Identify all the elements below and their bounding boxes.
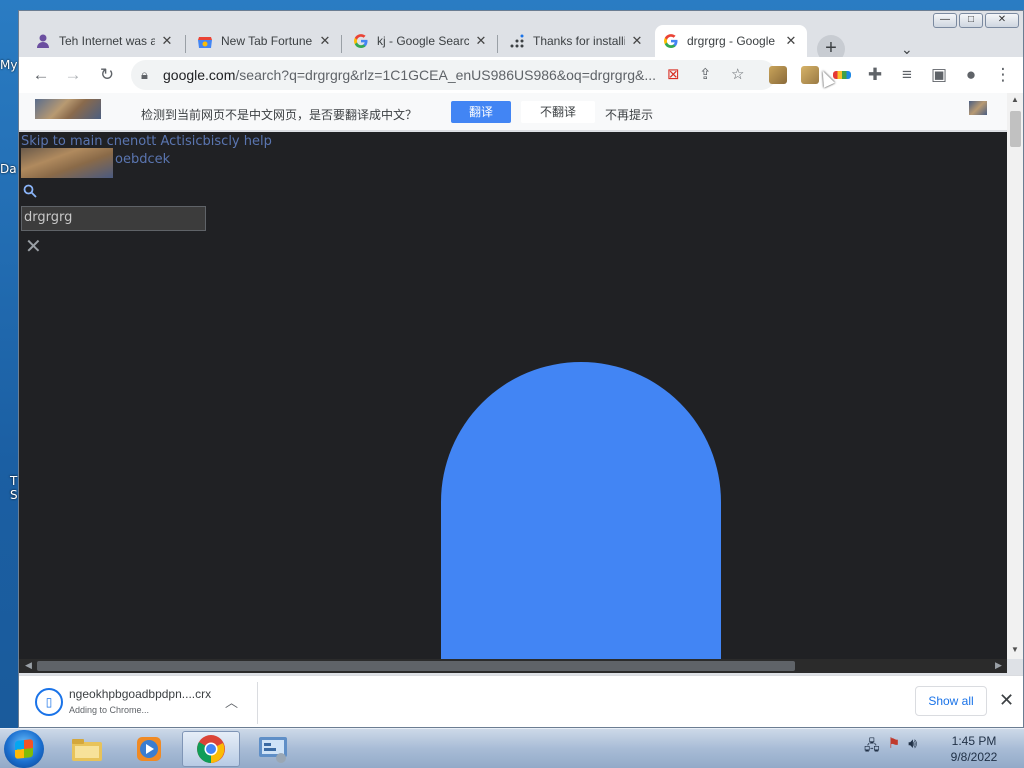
scrollbar-thumb[interactable] [37,661,795,671]
system-tray: 🖧︎ ⚑ 🔊︎ [864,735,917,759]
rainbow-extension-icon[interactable] [833,71,851,79]
url-host: google.com [163,67,236,83]
scroll-down-arrow-icon[interactable]: ▼ [1011,645,1019,654]
tab-1[interactable]: Teh Internet was a ✕ [27,25,183,57]
reload-icon[interactable]: ↻ [95,63,119,87]
control-panel-icon[interactable] [244,731,302,767]
chrome-web-store-icon [197,33,213,49]
show-all-button[interactable]: Show all [915,686,987,716]
side-panel-icon[interactable]: ▣ [927,63,951,87]
clock-date: 9/8/2022 [950,750,998,764]
tab-4[interactable]: Thanks for installin ✕ [501,25,653,57]
translate-infobar: 检测到当前网页不是中文网页，是否要翻译成中文？ 翻译 不翻译 不再提示 [19,93,1007,131]
vertical-scrollbar[interactable]: ▲ ▼ [1007,93,1023,659]
tab-strip: Teh Internet was a ✕ New Tab Fortune ✕ k… [19,21,1023,63]
skip-link[interactable]: Skip to main cnenott Actisicbiscly help [21,134,272,149]
blocked-popup-icon[interactable]: ⊠ [667,65,680,83]
chrome-icon[interactable] [182,731,240,767]
download-shelf: ▯ ngeokhpbgoadbpdpn....crx Adding to Chr… [19,675,1023,727]
bookmark-star-icon[interactable]: ☆ [731,65,744,83]
volume-icon[interactable]: 🔊︎ [908,735,917,759]
tab-divider [341,35,342,53]
tab-title: Teh Internet was a [59,34,155,48]
media-queue-icon[interactable]: ≡ [895,63,919,87]
page-content: Skip to main cnenott Actisicbiscly help … [19,132,1007,659]
extensions-puzzle-icon[interactable]: ✚ [863,63,887,87]
chrome-window: — □ ✕ Teh Internet was a ✕ New Tab Fortu… [18,10,1024,728]
blue-rounded-shape [441,362,721,659]
translate-message: 检测到当前网页不是中文网页，是否要翻译成中文？ [141,108,418,122]
scroll-up-arrow-icon[interactable]: ▲ [1011,95,1019,104]
tab-title: kj - Google Search [377,34,469,48]
never-prompt-link[interactable]: 不再提示 [605,106,653,123]
search-input[interactable]: drgrgrg [21,206,206,231]
scroll-left-arrow-icon[interactable]: ◀ [25,660,32,671]
google-g-icon [663,33,679,49]
close-icon[interactable]: ✕ [999,690,1014,711]
tab-title: Thanks for installin [533,34,625,48]
clock[interactable]: 1:45 PM 9/8/2022 [938,733,1010,765]
network-icon[interactable]: 🖧︎ [864,735,880,759]
search-icon[interactable] [23,184,37,201]
toolbar: ← → ↻ 🔒︎ google.com/search?q=drgrgrg&rlz… [19,57,1023,93]
share-icon[interactable]: ⇪ [699,65,712,83]
google-g-icon [353,33,369,49]
desktop-icon-label[interactable]: Da [0,162,17,176]
close-tab-icon[interactable]: ✕ [629,33,645,49]
page-thumbnail-image [35,99,101,119]
media-player-icon[interactable] [120,731,178,767]
desktop-icon-label[interactable]: My [0,58,17,72]
clock-time: 1:45 PM [951,734,997,748]
tab-title: drgrgrg - Google S [687,34,779,48]
tab-title: New Tab Fortune [221,34,313,48]
menu-kebab-icon[interactable]: ⋮ [991,63,1015,87]
tab-divider [497,35,498,53]
close-tab-icon[interactable]: ✕ [783,33,799,49]
forward-arrow-icon[interactable]: → [61,63,85,87]
scroll-right-arrow-icon[interactable]: ▶ [995,660,1002,671]
dont-translate-button[interactable]: 不翻译 [521,101,595,123]
clear-search-icon[interactable]: ✕ [25,234,42,259]
close-tab-icon[interactable]: ✕ [159,33,175,49]
lock-icon[interactable]: 🔒︎ [141,67,148,83]
dots-grid-icon [509,33,525,49]
taskbar: 🖧︎ ⚑ 🔊︎ 1:45 PM 9/8/2022 [0,728,1024,768]
download-file-name[interactable]: ngeokhpbgoadbpdpn....crx [69,687,211,701]
url-text[interactable]: google.com/search?q=drgrgrg&rlz=1C1GCEA_… [163,67,663,83]
desktop-icon-label[interactable]: S [10,488,18,502]
start-button[interactable] [4,730,44,768]
infobar-close-image[interactable] [969,101,987,115]
doge-extension-icon[interactable] [769,66,787,84]
action-center-flag-icon[interactable]: ⚑ [888,735,901,759]
windows-explorer-icon[interactable] [58,731,116,767]
tab-2[interactable]: New Tab Fortune ✕ [189,25,341,57]
divider [257,682,258,724]
doge-extension-icon-2[interactable] [801,66,819,84]
address-bar[interactable]: 🔒︎ google.com/search?q=drgrgrg&rlz=1C1GC… [131,60,776,90]
close-tab-icon[interactable]: ✕ [473,33,489,49]
translate-button[interactable]: 翻译 [451,101,511,123]
windows-logo-icon [15,739,33,759]
tab-5-active[interactable]: drgrgrg - Google S ✕ [655,25,807,57]
close-tab-icon[interactable]: ✕ [317,33,333,49]
file-icon[interactable]: ▯ [35,688,63,716]
broken-logo-image[interactable] [21,148,113,178]
back-arrow-icon[interactable]: ← [29,63,53,87]
logo-alt-text[interactable]: oebdcek [115,152,170,167]
tab-divider [185,35,186,53]
scrollbar-thumb[interactable] [1010,111,1021,147]
profile-avatar-icon[interactable]: ● [959,63,983,87]
chevron-up-icon[interactable]: ︿ [225,692,238,711]
tab-3[interactable]: kj - Google Search ✕ [345,25,497,57]
url-path: /search?q=drgrgrg&rlz=1C1GCEA_enUS986US9… [235,67,657,83]
desktop-icon-label[interactable]: T [10,474,17,488]
download-status: Adding to Chrome... [69,705,150,715]
horizontal-scrollbar[interactable]: ◀ ▶ [19,659,1007,673]
tab-search-chevron-icon[interactable]: ⌄ [901,41,913,58]
user-avatar-icon [35,33,51,49]
